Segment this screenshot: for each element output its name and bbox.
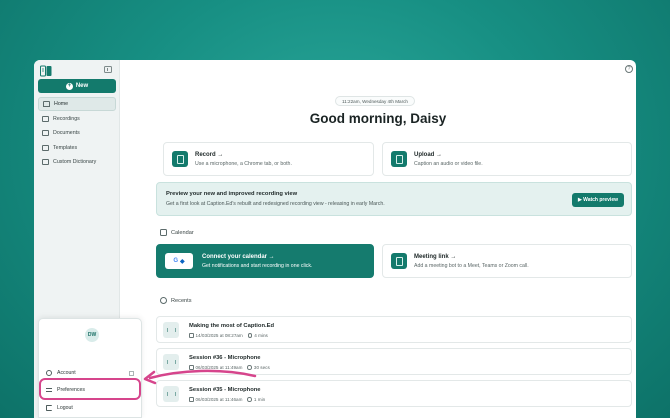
meeting-link-subtitle: Add a meeting bot to a Meet, Teams or Zo… — [414, 263, 529, 269]
logout-icon — [46, 405, 52, 411]
upload-title: Upload → — [414, 152, 442, 158]
connect-calendar-card[interactable]: G ◆ Connect your calendar → Get notificat… — [156, 244, 374, 278]
home-icon — [43, 101, 50, 107]
logout-label: Logout — [57, 405, 73, 411]
sidebar-item-custom-dictionary[interactable]: Custom Dictionary — [38, 155, 116, 169]
account-label: Account — [57, 370, 76, 376]
external-link-icon — [129, 371, 134, 376]
calendar-providers-icon: G ◆ — [165, 253, 193, 269]
book-icon — [42, 159, 49, 165]
upload-card[interactable]: Upload → Caption an audio or video file. — [382, 142, 632, 176]
preview-banner: Preview your new and improved recording … — [156, 182, 632, 216]
meeting-bot-icon — [391, 253, 407, 269]
clock-icon — [247, 333, 253, 338]
sidebar-item-label: Templates — [53, 144, 78, 151]
sidebar-item-documents[interactable]: Documents — [38, 126, 116, 140]
folder-icon — [42, 115, 49, 122]
sidebar-item-templates[interactable]: Templates — [38, 141, 116, 155]
sidebar-item-label: Home — [54, 101, 69, 107]
upload-subtitle: Caption an audio or video file. — [414, 161, 483, 167]
document-icon — [42, 130, 49, 136]
audio-wave-icon — [163, 322, 179, 338]
user-menu: DW Account Preferences Logout — [38, 318, 142, 418]
meeting-link-card[interactable]: Meeting link → Add a meeting bot to a Me… — [382, 244, 632, 278]
calendar-icon — [160, 229, 167, 236]
preferences-highlight — [39, 378, 141, 400]
page-title: Good morning, Daisy — [309, 111, 447, 126]
watch-preview-button[interactable]: ▶ Watch preview — [571, 193, 624, 207]
record-title: Record → — [195, 152, 224, 158]
record-subtitle: Use a microphone, a Chrome tab, or both. — [195, 161, 292, 167]
sidebar-item-home[interactable]: Home — [38, 97, 116, 111]
new-button-label: New — [75, 83, 89, 89]
calendar-heading-label: Calendar — [171, 229, 194, 236]
sidebar-item-recordings[interactable]: Recordings — [38, 112, 116, 126]
banner-title: Preview your new and improved recording … — [166, 191, 298, 197]
date-time-pill: 11:22am, Wednesday 4th March — [335, 96, 415, 106]
calendar-icon — [189, 333, 194, 338]
template-icon — [42, 144, 49, 151]
app-logo-icon[interactable] — [40, 65, 52, 77]
meeting-link-title: Meeting link → — [414, 254, 457, 260]
sidebar-item-label: Documents — [53, 130, 80, 136]
plus-icon: + — [65, 82, 73, 90]
connect-calendar-title: Connect your calendar → — [202, 254, 275, 260]
user-icon — [46, 370, 52, 376]
sidebar-nav: Home Recordings Documents Templates Cust… — [38, 97, 116, 170]
connect-calendar-subtitle: Get notifications and start recording in… — [202, 263, 313, 269]
upload-file-icon — [391, 151, 407, 167]
sidebar-item-label: Recordings — [53, 115, 80, 122]
record-card[interactable]: Record → Use a microphone, a Chrome tab,… — [163, 142, 374, 176]
recording-duration: 4 mins — [254, 333, 268, 338]
logout-menu-item[interactable]: Logout — [46, 405, 73, 411]
account-menu-item[interactable]: Account — [46, 370, 76, 376]
help-icon[interactable]: ? — [625, 65, 633, 73]
recents-heading-label: Recents — [171, 297, 192, 304]
banner-subtitle: Get a first look at Caption.Ed's rebuilt… — [166, 201, 385, 207]
recents-heading: Recents — [160, 297, 192, 304]
avatar[interactable]: DW — [85, 328, 99, 342]
calendar-heading: Calendar — [160, 229, 194, 236]
recording-title: Session #36 - Microphone — [189, 355, 261, 361]
collapse-sidebar-icon[interactable] — [104, 66, 112, 73]
pointer-arrow-icon — [143, 369, 257, 385]
recording-title: Making the most of Caption.Ed — [189, 323, 275, 329]
list-item[interactable]: Making the most of Caption.Ed 14/03/2025… — [156, 316, 632, 343]
recording-date: 14/03/2025 at 08:27am — [195, 333, 243, 338]
new-button[interactable]: + New — [38, 79, 116, 93]
history-icon — [160, 297, 167, 304]
recording-meta: 14/03/2025 at 08:27am 4 mins — [189, 333, 268, 338]
sidebar-item-label: Custom Dictionary — [53, 159, 97, 165]
microphone-icon — [172, 151, 188, 167]
